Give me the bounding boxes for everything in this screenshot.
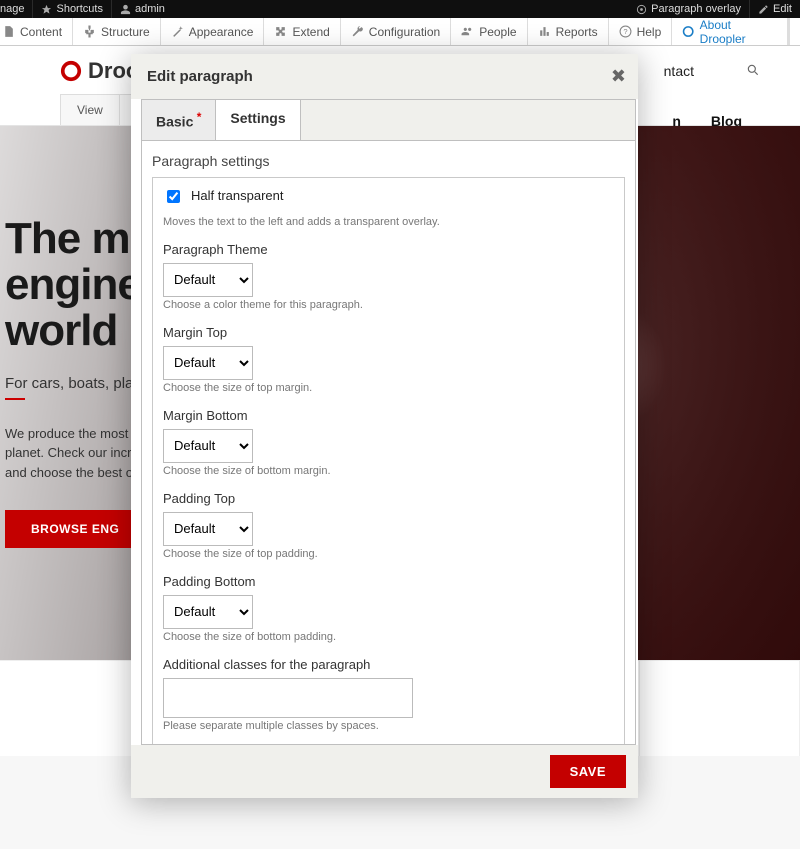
search-icon — [746, 63, 760, 77]
target-icon — [636, 4, 647, 15]
svg-text:?: ? — [623, 27, 627, 36]
topbar-label: Paragraph overlay — [651, 3, 741, 15]
toolbar-label: Help — [637, 25, 662, 39]
paragraph-theme-row: Paragraph Theme Default Choose a color t… — [163, 242, 614, 311]
user-icon — [120, 4, 131, 15]
modal-scroll-area[interactable]: Basic * Settings Paragraph settings Half… — [141, 99, 636, 745]
padding-bottom-row: Padding Bottom Default Choose the size o… — [163, 574, 614, 643]
topbar-edit[interactable]: Edit — [750, 0, 800, 18]
star-icon — [41, 4, 52, 15]
tab-basic[interactable]: Basic * — [142, 100, 216, 140]
padding-bottom-label: Padding Bottom — [163, 574, 614, 589]
half-transparent-row: Half transparent Moves the text to the l… — [163, 188, 614, 228]
half-transparent-checkbox[interactable] — [167, 190, 180, 203]
toolbar-configuration[interactable]: Configuration — [341, 18, 451, 45]
toolbar-help[interactable]: ? Help — [609, 18, 673, 45]
modal-footer: SAVE — [131, 745, 638, 798]
padding-top-select[interactable]: Default — [163, 512, 253, 546]
toolbar-label: Content — [20, 25, 62, 39]
topbar-label: nage — [0, 3, 24, 15]
pencil-icon — [758, 4, 769, 15]
admin-toolbar: Content Structure Appearance Extend Conf… — [0, 18, 800, 46]
modal-tabs: Basic * Settings — [142, 100, 635, 141]
padding-top-label: Padding Top — [163, 491, 614, 506]
margin-top-select[interactable]: Default — [163, 346, 253, 380]
file-icon — [2, 25, 15, 38]
toolbar-extend[interactable]: Extend — [264, 18, 340, 45]
paragraph-theme-help: Choose a color theme for this paragraph. — [163, 299, 614, 311]
toolbar-reports[interactable]: Reports — [528, 18, 609, 45]
section-title: Paragraph settings — [152, 153, 625, 169]
hero-divider — [5, 398, 25, 400]
paragraph-theme-select[interactable]: Default — [163, 263, 253, 297]
margin-top-help: Choose the size of top margin. — [163, 382, 614, 394]
nav-search[interactable] — [746, 63, 760, 80]
settings-fieldset: Half transparent Moves the text to the l… — [152, 177, 625, 745]
toolbar-label: People — [479, 25, 516, 39]
toolbar-label: About Droopler — [700, 18, 777, 46]
toolbar-about-droopler[interactable]: About Droopler — [672, 18, 787, 45]
toolbar-appearance[interactable]: Appearance — [161, 18, 265, 45]
wand-icon — [171, 25, 184, 38]
chart-icon — [538, 25, 551, 38]
modal-close-button[interactable]: ✖ — [611, 66, 626, 87]
puzzle-icon — [274, 25, 287, 38]
margin-bottom-row: Margin Bottom Default Choose the size of… — [163, 408, 614, 477]
toolbar-label: Configuration — [369, 25, 440, 39]
required-marker: * — [193, 110, 201, 124]
toolbar-label: Extend — [292, 25, 329, 39]
wrench-icon — [351, 25, 364, 38]
hierarchy-icon — [83, 25, 96, 38]
topbar-shortcuts[interactable]: Shortcuts — [33, 0, 111, 18]
settings-panel: Paragraph settings Half transparent Move… — [142, 141, 635, 745]
topbar-label: admin — [135, 3, 165, 15]
margin-bottom-help: Choose the size of bottom margin. — [163, 465, 614, 477]
tab-settings[interactable]: Settings — [216, 100, 300, 140]
local-task-view[interactable]: View — [60, 94, 120, 125]
padding-top-row: Padding Top Default Choose the size of t… — [163, 491, 614, 560]
hero-cta-button[interactable]: BROWSE ENG — [5, 510, 145, 548]
half-transparent-label: Half transparent — [191, 188, 284, 203]
modal-header: Edit paragraph ✖ — [131, 54, 638, 99]
margin-top-row: Margin Top Default Choose the size of to… — [163, 325, 614, 394]
toolbar-label: Structure — [101, 25, 150, 39]
people-icon — [461, 25, 474, 38]
topbar-paragraph-overlay[interactable]: Paragraph overlay — [628, 0, 750, 18]
additional-classes-label: Additional classes for the paragraph — [163, 657, 614, 672]
margin-bottom-select[interactable]: Default — [163, 429, 253, 463]
toolbar-label: Reports — [556, 25, 598, 39]
padding-bottom-select[interactable]: Default — [163, 595, 253, 629]
site-logo[interactable]: Droo — [60, 58, 139, 84]
half-transparent-help: Moves the text to the left and adds a tr… — [163, 216, 614, 228]
topbar-manage[interactable]: nage — [0, 0, 33, 18]
additional-classes-input[interactable] — [163, 678, 413, 718]
edit-paragraph-modal: Edit paragraph ✖ Basic * Settings Paragr… — [131, 54, 638, 798]
top-admin-bar: nage Shortcuts admin Paragraph overlay E… — [0, 0, 800, 18]
topbar-label: Edit — [773, 3, 792, 15]
additional-classes-row: Additional classes for the paragraph Ple… — [163, 657, 614, 732]
close-icon: ✖ — [611, 66, 626, 86]
save-button[interactable]: SAVE — [550, 755, 626, 788]
toolbar-label: Appearance — [189, 25, 254, 39]
nav-contact[interactable]: ntact — [664, 63, 694, 80]
droopler-logo-icon — [60, 60, 82, 82]
grid-col — [640, 661, 800, 756]
droopler-logo-icon — [682, 25, 694, 38]
margin-bottom-label: Margin Bottom — [163, 408, 614, 423]
padding-bottom-help: Choose the size of bottom padding. — [163, 631, 614, 643]
toolbar-people[interactable]: People — [451, 18, 527, 45]
additional-classes-help: Please separate multiple classes by spac… — [163, 720, 614, 732]
toolbar-content[interactable]: Content — [0, 18, 73, 45]
modal-title: Edit paragraph — [147, 68, 622, 85]
toolbar-structure[interactable]: Structure — [73, 18, 161, 45]
margin-top-label: Margin Top — [163, 325, 614, 340]
site-nav: ntact — [664, 63, 760, 80]
topbar-label: Shortcuts — [56, 3, 102, 15]
help-icon: ? — [619, 25, 632, 38]
padding-top-help: Choose the size of top padding. — [163, 548, 614, 560]
topbar-user[interactable]: admin — [112, 0, 173, 18]
paragraph-theme-label: Paragraph Theme — [163, 242, 614, 257]
